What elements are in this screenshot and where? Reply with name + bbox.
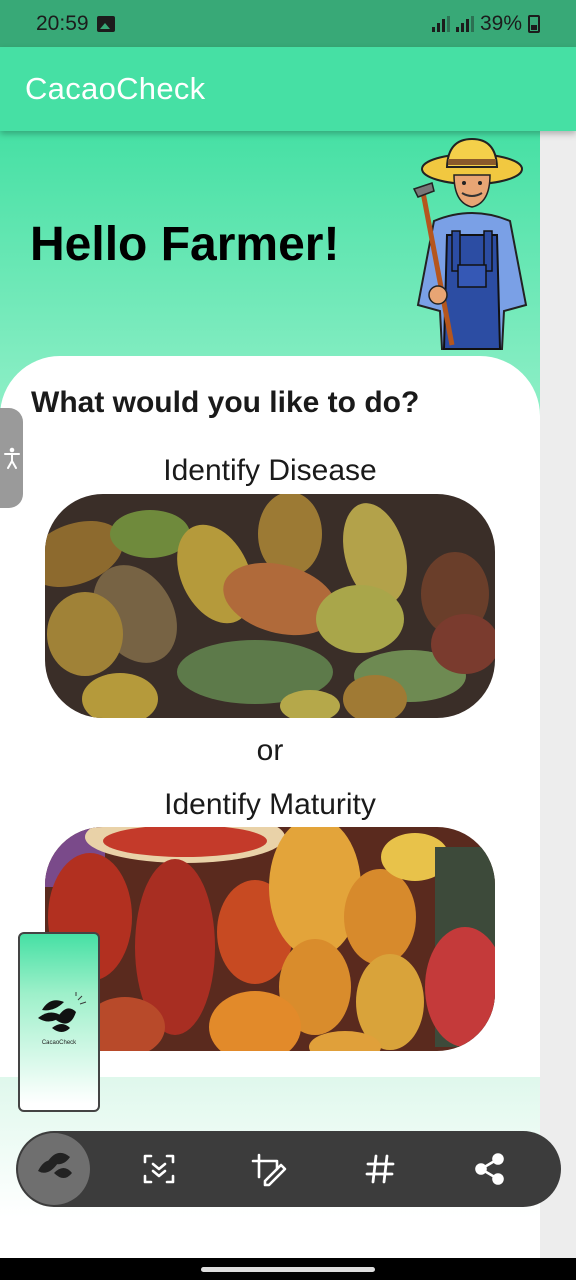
navigation-bar: [0, 1258, 576, 1280]
status-time: 20:59: [36, 11, 89, 35]
identify-maturity-image[interactable]: [45, 827, 495, 1051]
hashtag-icon[interactable]: [360, 1149, 400, 1189]
app-title: CacaoCheck: [25, 71, 206, 106]
edit-icon[interactable]: [249, 1149, 289, 1189]
identify-maturity-label: Identify Maturity: [164, 788, 376, 821]
greeting-heading: Hello Farmer!: [30, 218, 340, 271]
accessibility-tab[interactable]: [0, 408, 23, 508]
question-heading: What would you like to do?: [31, 386, 420, 419]
battery-icon: [528, 14, 540, 33]
battery-percentage: 39%: [479, 11, 522, 35]
status-bar: 20:59 39%: [0, 0, 576, 47]
farmer-illustration: [412, 137, 528, 350]
screenshot-toolbar: [16, 1131, 561, 1207]
accessibility-icon: [3, 447, 20, 469]
thumbnail-logo-text: CacaoCheck: [41, 1040, 77, 1046]
signal-icon: [455, 15, 474, 32]
share-icon[interactable]: [470, 1149, 510, 1189]
gallery-icon: [96, 15, 115, 32]
app-thumbnail[interactable]: [18, 1133, 90, 1205]
scrollbar-track[interactable]: [540, 131, 576, 1261]
identify-disease-label: Identify Disease: [163, 454, 377, 487]
identify-disease-image[interactable]: [45, 494, 495, 718]
home-handle[interactable]: [201, 1267, 375, 1272]
scroll-capture-icon[interactable]: [139, 1149, 179, 1189]
or-separator: or: [256, 734, 284, 767]
signal-icon: [431, 15, 450, 32]
screenshot-thumbnail[interactable]: CacaoCheck: [18, 932, 100, 1112]
app-bar: CacaoCheck: [0, 47, 576, 131]
